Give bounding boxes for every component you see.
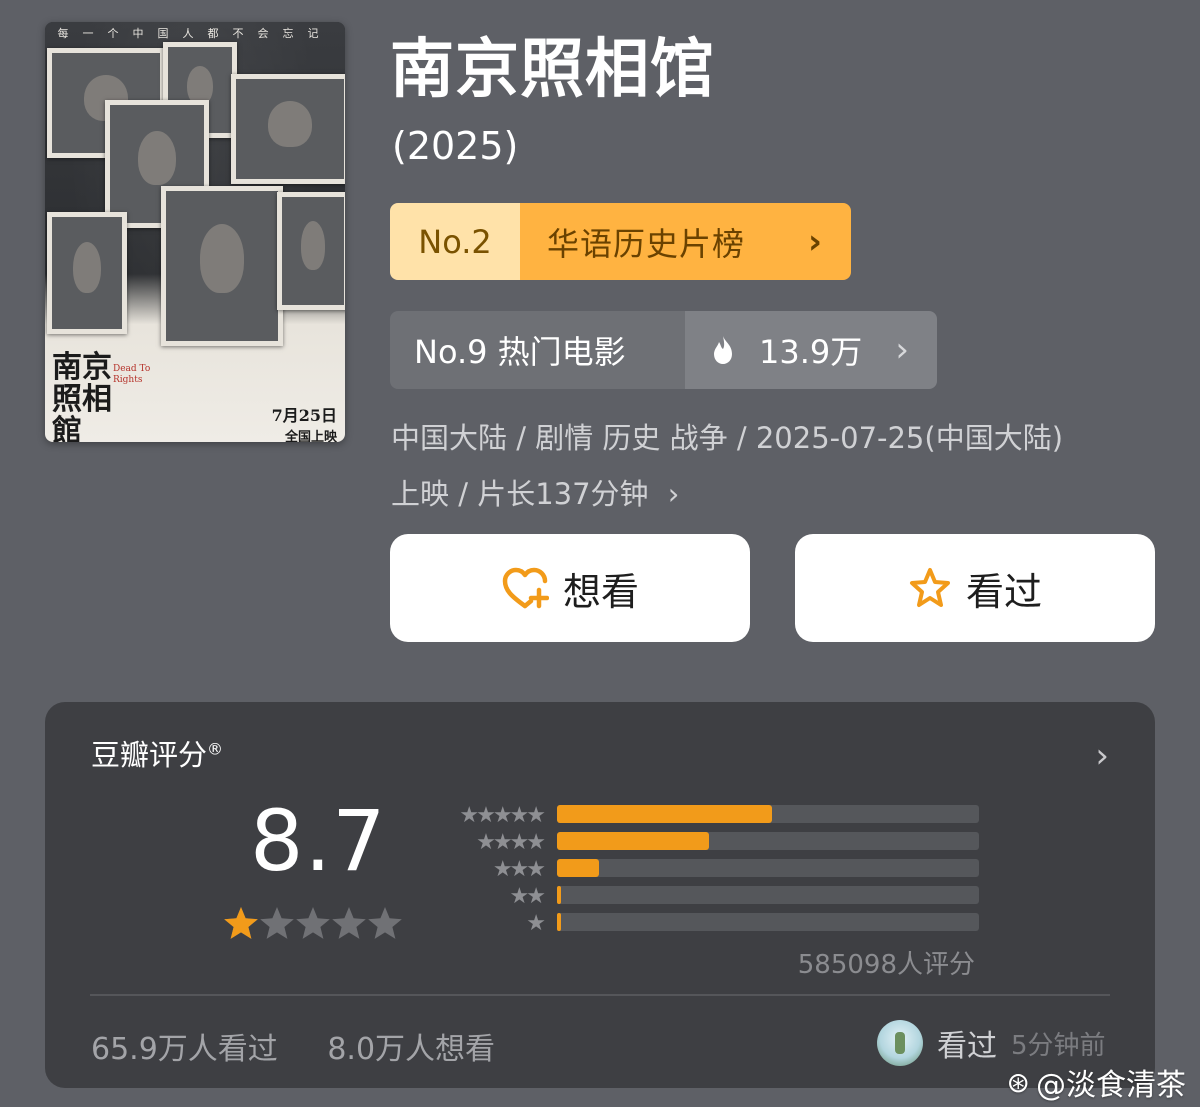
friend-time: 5分钟前: [1011, 1030, 1106, 1061]
distribution-stars-label: ★★★: [492, 856, 546, 882]
distribution-bar-track: [557, 886, 979, 904]
weibo-watermark: ⊛ @淡食清茶: [1007, 1060, 1186, 1104]
poster-release-note: 全国上映: [284, 430, 337, 442]
distribution-bar: [557, 859, 600, 877]
distribution-row: ★: [437, 910, 546, 936]
want-label: 想看: [562, 569, 639, 614]
douban-rating-card: 豆瓣评分® › 8.7 ★★★★★ ★★★★ ★★★ ★★ ★ 585098人评分 65…: [45, 702, 1155, 1088]
distribution-bar-track: [557, 859, 979, 877]
movie-meta[interactable]: 中国大陆 / 剧情 历史 战争 / 2025-07-25(中国大陆) 上映 / …: [391, 410, 1171, 522]
distribution-row: ★★★: [437, 856, 546, 882]
poster-photo: [277, 192, 345, 310]
watermark-handle: @淡食清茶: [1036, 1068, 1186, 1103]
avatar: [877, 1020, 923, 1066]
chevron-right-icon: ›: [895, 330, 909, 370]
poster-title: 南京照相館: [52, 350, 112, 443]
popular-rank-label: No.9 热门电影: [390, 311, 685, 389]
meta-line-2-wrap: 上映 / 片长137分钟 ›: [391, 466, 1171, 522]
distribution-bar: [557, 805, 773, 823]
rank-badge-history[interactable]: No.2 华语历史片榜 ›: [390, 203, 851, 280]
vote-count[interactable]: 585098人评分: [798, 944, 975, 981]
rank-number: No.2: [390, 203, 520, 280]
distribution-bar-track: [557, 805, 979, 823]
distribution-stars-label: ★★★★: [476, 829, 546, 855]
rating-stars: [224, 907, 402, 939]
heat-value: 13.9万: [759, 333, 863, 371]
rank-badge-popular[interactable]: No.9 热门电影 13.9万 ›: [390, 311, 937, 389]
heat-index: 13.9万 ›: [685, 311, 937, 389]
movie-poster[interactable]: 每一个中国人都不会忘记 南京照相館 Dead To Rights 7月25日 全…: [45, 22, 345, 442]
chevron-right-icon: ›: [807, 221, 823, 262]
star-empty-icon: [296, 907, 330, 939]
rank-list-label: 华语历史片榜: [547, 224, 746, 263]
movie-year: (2025): [392, 124, 519, 168]
poster-photo: [47, 212, 127, 334]
distribution-bar: [557, 832, 709, 850]
registered-mark: ®: [207, 739, 224, 759]
distribution-bar-track: [557, 913, 979, 931]
star-filled-icon: [224, 907, 258, 939]
distribution-bar: [557, 913, 562, 931]
fire-icon: [714, 336, 732, 364]
chevron-right-icon[interactable]: ›: [1095, 736, 1109, 776]
distribution-bar: [557, 886, 562, 904]
poster-photo: [231, 74, 345, 184]
watched-button[interactable]: 看过: [795, 534, 1155, 642]
heart-plus-icon: [502, 567, 549, 609]
distribution-row: ★★★★★: [437, 802, 546, 828]
meta-line-2: 上映 / 片长137分钟: [391, 477, 649, 511]
want-count: 8.0万人想看: [327, 1032, 496, 1067]
distribution-stars-label: ★★: [509, 883, 546, 909]
weibo-icon: ⊛: [1006, 1065, 1030, 1099]
rank-list-name: 华语历史片榜 ›: [520, 203, 851, 280]
poster-slogan: 每一个中国人都不会忘记: [57, 27, 333, 40]
poster-release-date: 7月25日: [271, 406, 337, 425]
distribution-bar-track: [557, 832, 979, 850]
seen-label: 看过: [965, 569, 1042, 614]
movie-title: 南京照相馆: [390, 33, 715, 107]
distribution-row: ★★★★: [437, 829, 546, 855]
want-to-watch-button[interactable]: 想看: [390, 534, 750, 642]
star-empty-icon: [260, 907, 294, 939]
distribution-stars-label: ★★★★★: [459, 802, 546, 828]
friend-action: 看过: [937, 1029, 997, 1064]
divider: [90, 994, 1110, 996]
star-empty-icon: [332, 907, 366, 939]
rating-title: 豆瓣评分®: [91, 732, 223, 774]
poster-photo: [161, 186, 283, 346]
meta-line-1: 中国大陆 / 剧情 历史 战争 / 2025-07-25(中国大陆): [391, 421, 1064, 455]
watch-stats: 65.9万人看过 8.0万人想看: [91, 1024, 535, 1068]
star-empty-icon: [368, 907, 402, 939]
rating-score: 8.7: [250, 792, 387, 890]
poster-english-title: Dead To Rights: [113, 364, 151, 385]
distribution-row: ★★: [437, 883, 546, 909]
star-outline-icon: [909, 568, 950, 607]
seen-count: 65.9万人看过: [91, 1032, 278, 1067]
chevron-right-icon: ›: [667, 477, 680, 511]
distribution-stars-label: ★: [526, 910, 546, 936]
poster-release: 7月25日 全国上映: [272, 402, 337, 442]
rating-title-text: 豆瓣评分: [91, 738, 208, 772]
